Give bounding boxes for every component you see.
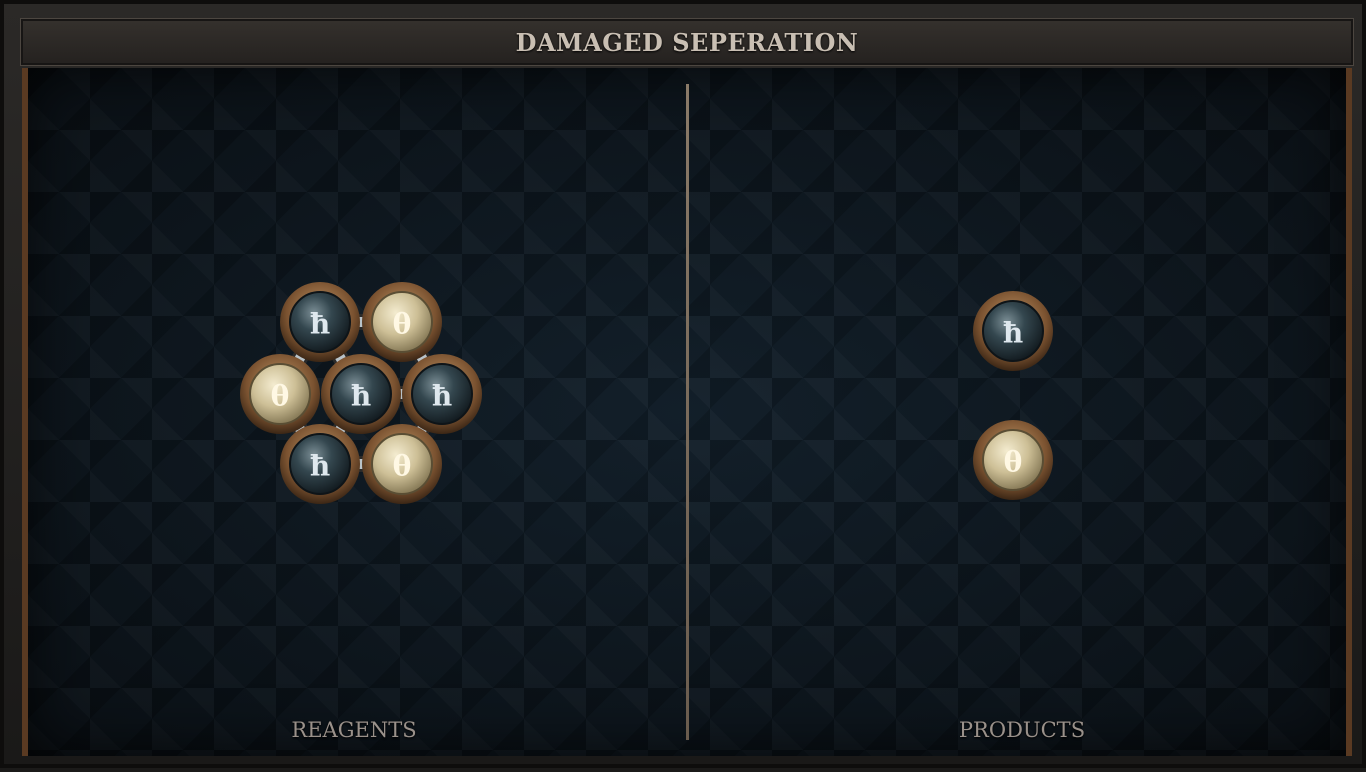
reagent-atom-salt[interactable]: ħ <box>402 354 482 434</box>
atom-symbol: ħ <box>1003 317 1023 350</box>
product-atom-earth[interactable]: θ <box>973 420 1053 500</box>
atom-symbol: ħ <box>310 308 330 341</box>
atom-symbol: ħ <box>432 380 452 413</box>
molecule-layer: ħ θ θ ħ ħ ħ θ ħ θ <box>240 282 1053 504</box>
reagent-atom-salt[interactable]: ħ <box>280 424 360 504</box>
reagent-atom-earth[interactable]: θ <box>240 354 320 434</box>
atom-symbol: θ <box>271 380 290 413</box>
atom-symbol: ħ <box>310 450 330 483</box>
reagent-atom-salt[interactable]: ħ <box>321 354 401 434</box>
atom-symbol: θ <box>1004 446 1023 479</box>
atom-symbol: ħ <box>351 380 371 413</box>
reagent-atom-earth[interactable]: θ <box>362 282 442 362</box>
reagent-atom-salt[interactable]: ħ <box>280 282 360 362</box>
atom-symbol: θ <box>393 308 412 341</box>
product-atom-salt[interactable]: ħ <box>973 291 1053 371</box>
atom-symbol: θ <box>393 450 412 483</box>
reagent-atom-earth[interactable]: θ <box>362 424 442 504</box>
game-frame: DAMAGED SEPERATION REAGENTS PRODUCTS ħ θ… <box>0 0 1366 768</box>
